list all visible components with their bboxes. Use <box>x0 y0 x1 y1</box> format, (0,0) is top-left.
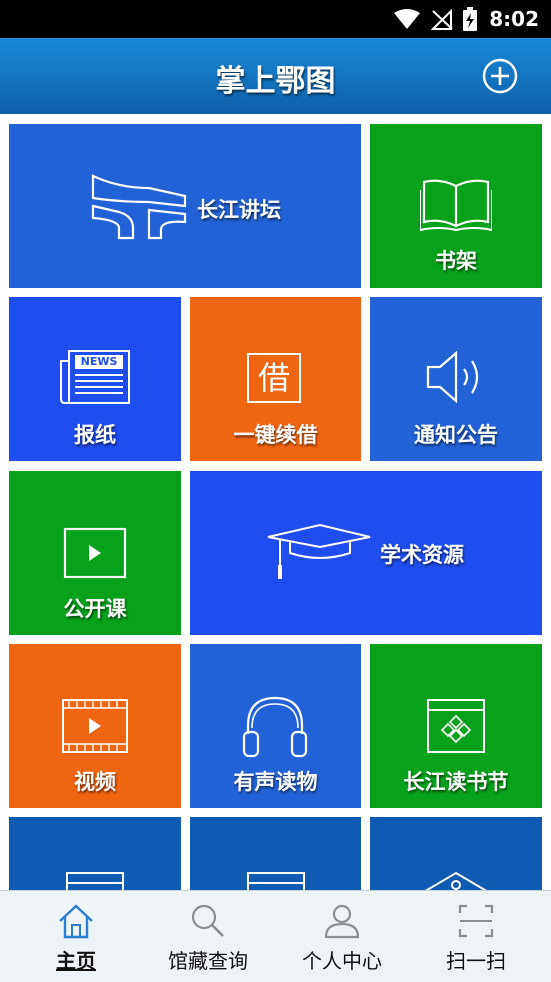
tile-newspaper[interactable]: NEWS 报纸 <box>9 297 181 461</box>
app-bar: 掌上鄂图 <box>0 38 551 114</box>
nav-catalog-search-label: 馆藏查询 <box>168 949 248 973</box>
tile-open-courses-label: 公开课 <box>63 597 127 621</box>
nav-catalog-search[interactable]: 馆藏查询 <box>152 891 264 982</box>
nav-home-label: 主页 <box>56 949 96 973</box>
tile-video-label: 视频 <box>74 770 116 794</box>
status-icons: 8:02 <box>393 0 539 38</box>
film-icon <box>62 699 128 753</box>
borrow-icon-char: 借 <box>257 359 290 397</box>
tile-reading-festival-label: 长江读书节 <box>403 770 509 794</box>
no-signal-icon <box>431 8 453 30</box>
tile-open-courses[interactable]: 公开课 <box>9 471 181 635</box>
nav-home[interactable]: 主页 <box>20 891 132 982</box>
tile-academic-resources-label: 学术资源 <box>380 543 464 567</box>
window-icon <box>247 872 305 890</box>
wifi-icon <box>394 9 421 29</box>
window-icon <box>66 872 124 890</box>
tile-row5-middle[interactable] <box>190 817 361 890</box>
nav-personal-center-label: 个人中心 <box>302 949 382 973</box>
tile-audio-books[interactable]: 有声读物 <box>190 644 361 808</box>
page-title: 掌上鄂图 <box>215 64 336 99</box>
tile-one-click-borrow-label: 一键续借 <box>233 423 318 447</box>
scan-icon <box>458 904 494 938</box>
function-grid: 长江讲坛 书架 NEWS 报纸 借 一键续借 通知公告 公开课 学术资源 视频 … <box>0 114 551 890</box>
tile-bookshelf-label: 书架 <box>435 249 477 273</box>
speaker-icon <box>426 350 479 404</box>
library-building-icon <box>425 871 487 890</box>
bottom-nav: 主页 馆藏查询 个人中心 扫一扫 <box>0 890 551 982</box>
open-book-icon <box>420 179 492 232</box>
tile-changjiang-forum-label: 长江讲坛 <box>197 198 281 222</box>
nav-scan[interactable]: 扫一扫 <box>420 891 532 982</box>
tile-row5-right[interactable] <box>370 817 542 890</box>
tile-academic-resources[interactable]: 学术资源 <box>190 471 542 635</box>
borrow-icon: 借 <box>247 353 301 403</box>
add-button[interactable] <box>482 58 518 94</box>
window-diamond-icon <box>427 699 485 753</box>
tile-notices-label: 通知公告 <box>414 423 498 447</box>
nav-personal-center[interactable]: 个人中心 <box>286 891 398 982</box>
newspaper-icon-text: NEWS <box>80 355 118 368</box>
tile-audio-books-label: 有声读物 <box>233 770 318 794</box>
nav-scan-label: 扫一扫 <box>446 949 506 973</box>
home-icon <box>59 904 93 939</box>
tile-newspaper-label: 报纸 <box>74 423 116 447</box>
tile-changjiang-forum[interactable]: 长江讲坛 <box>9 124 361 288</box>
graduation-cap-icon <box>267 523 371 579</box>
tile-reading-festival[interactable]: 长江读书节 <box>370 644 542 808</box>
user-icon <box>324 904 360 939</box>
status-time: 8:02 <box>489 7 539 31</box>
tile-one-click-borrow[interactable]: 借 一键续借 <box>190 297 361 461</box>
tile-video[interactable]: 视频 <box>9 644 181 808</box>
tile-notices[interactable]: 通知公告 <box>370 297 542 461</box>
battery-charging-icon <box>463 7 478 31</box>
headphones-icon <box>242 696 308 758</box>
tile-row5-left[interactable] <box>9 817 181 890</box>
play-screen-icon <box>63 527 127 579</box>
status-bar: 8:02 <box>0 0 551 38</box>
bridge-icon <box>91 174 187 240</box>
search-icon <box>191 904 224 937</box>
tile-bookshelf[interactable]: 书架 <box>370 124 542 288</box>
